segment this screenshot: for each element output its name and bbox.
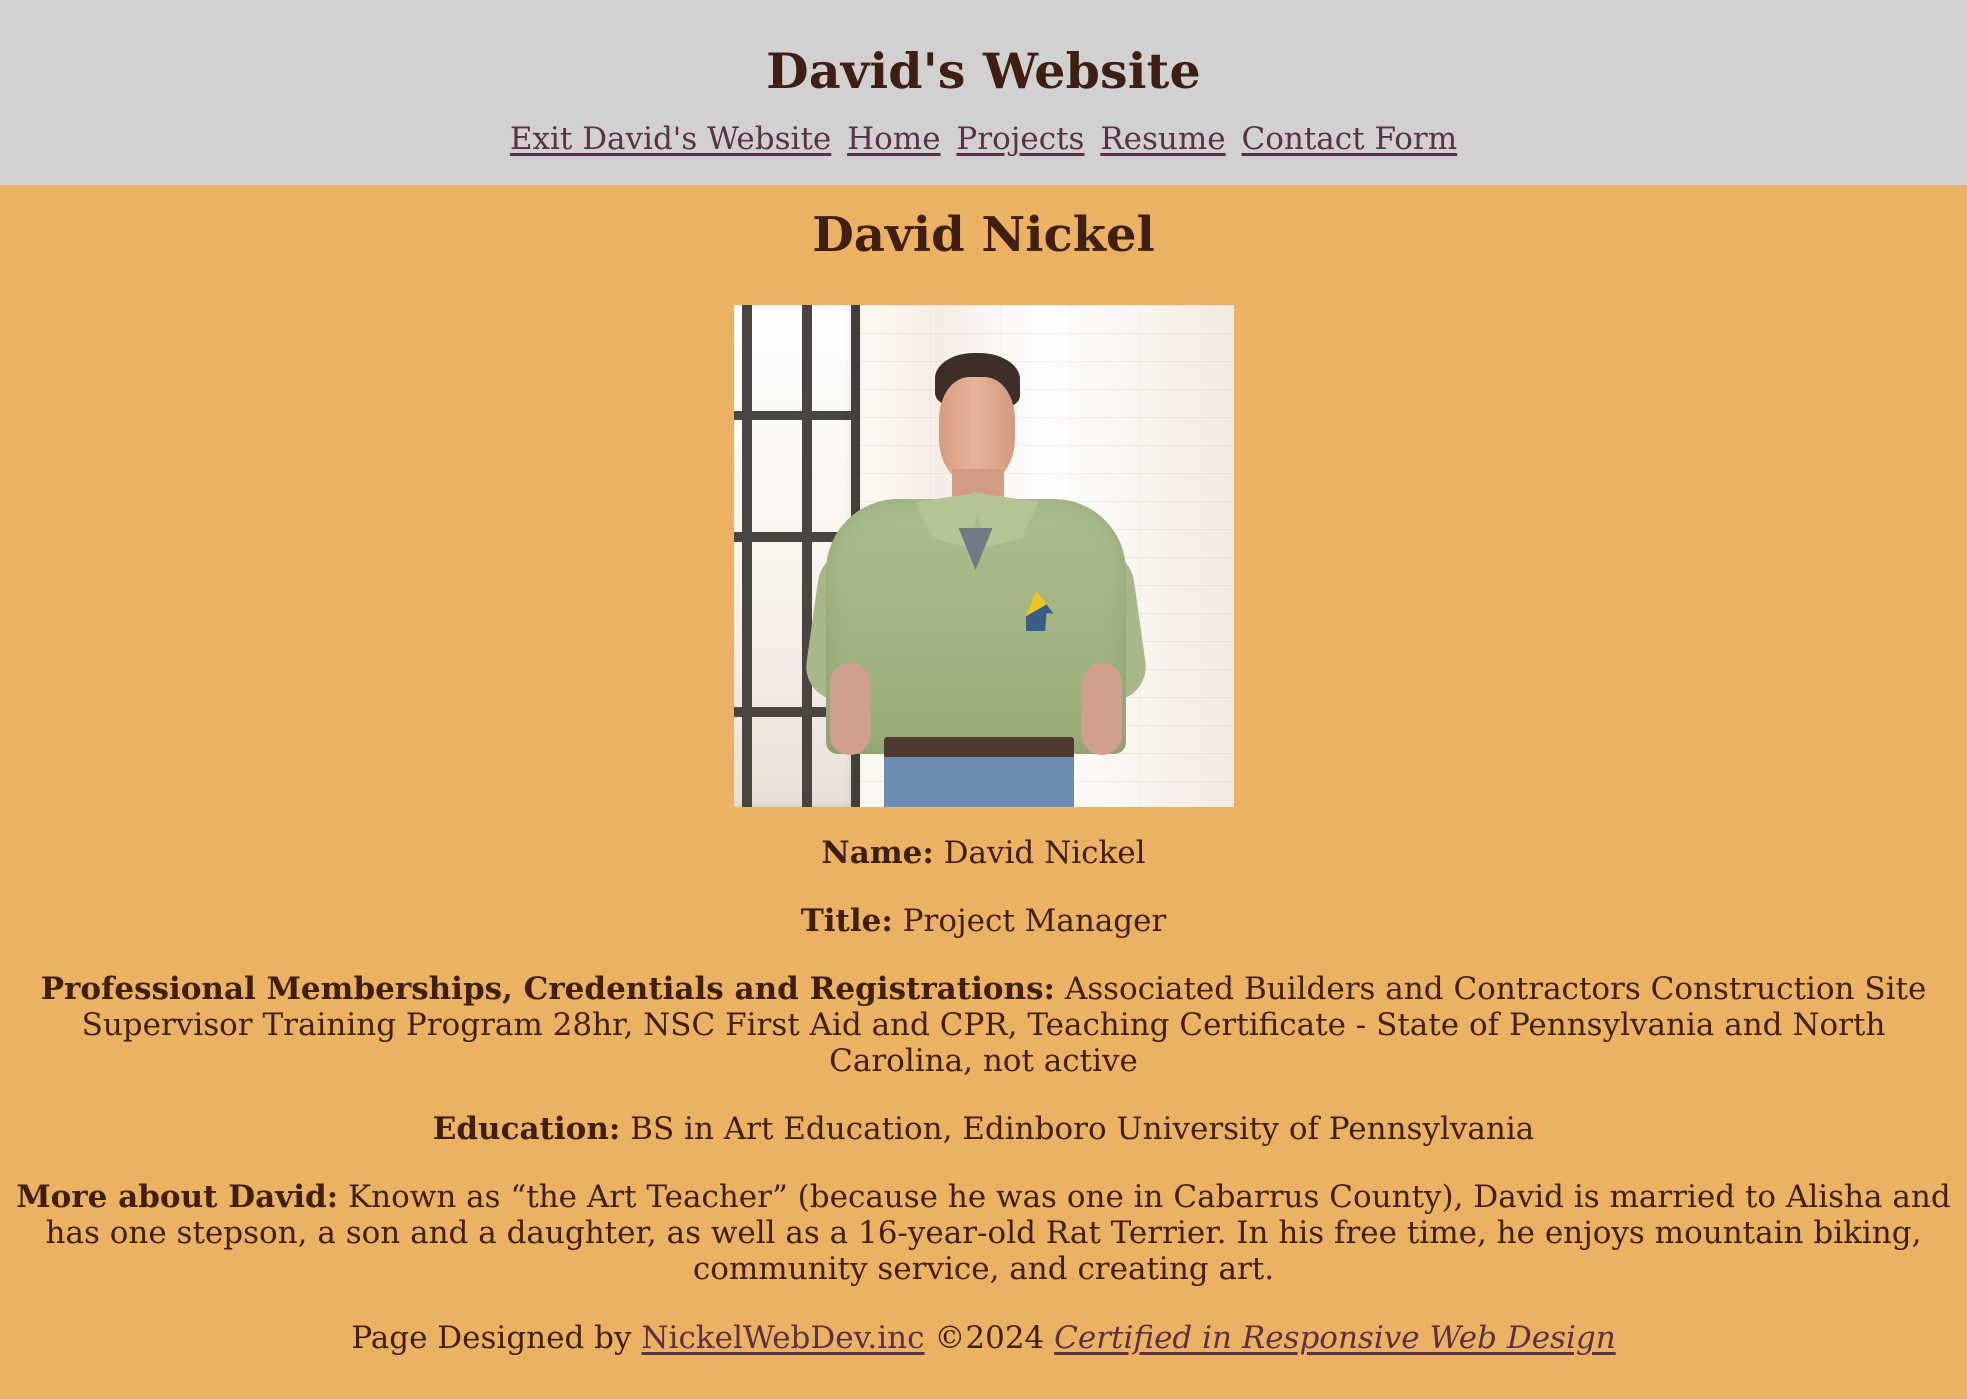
jeans xyxy=(883,757,1074,807)
credentials-label: Professional Memberships, Credentials an… xyxy=(40,971,1055,1007)
right-arm xyxy=(1081,663,1122,755)
main-navigation: Exit David's Website Home Projects Resum… xyxy=(0,117,1967,161)
copyright-text: ©2024 xyxy=(934,1320,1045,1356)
name-row: Name: David Nickel xyxy=(0,835,1967,871)
nav-home-link[interactable]: Home xyxy=(847,121,940,157)
certification-link[interactable]: Certified in Responsive Web Design xyxy=(1054,1320,1616,1356)
more-about-row: More about David: Known as “the Art Teac… xyxy=(16,1179,1951,1287)
profile-photo xyxy=(733,305,1234,807)
education-row: Education: BS in Art Education, Edinboro… xyxy=(0,1111,1967,1147)
nav-exit-link[interactable]: Exit David's Website xyxy=(510,121,831,157)
name-label: Name: xyxy=(821,835,934,871)
title-label: Title: xyxy=(800,903,893,939)
nav-contact-form-link[interactable]: Contact Form xyxy=(1241,121,1457,157)
education-label: Education: xyxy=(432,1111,621,1147)
title-row: Title: Project Manager xyxy=(0,903,1967,939)
credentials-row: Professional Memberships, Credentials an… xyxy=(16,971,1951,1079)
belt xyxy=(883,737,1074,759)
left-arm xyxy=(829,663,870,755)
profile-heading: David Nickel xyxy=(812,207,1155,263)
face xyxy=(938,377,1015,483)
title-value: Project Manager xyxy=(902,903,1167,939)
main-content: David Nickel Name: David Nickel Title: P… xyxy=(0,185,1967,1357)
nav-projects-link[interactable]: Projects xyxy=(956,121,1084,157)
education-value: BS in Art Education, Edinboro University… xyxy=(630,1111,1535,1147)
company-link[interactable]: NickelWebDev.inc xyxy=(641,1320,924,1356)
profile-details: Name: David Nickel Title: Project Manage… xyxy=(0,835,1967,1357)
person-illustration xyxy=(801,353,1150,807)
nav-resume-link[interactable]: Resume xyxy=(1100,121,1225,157)
name-value: David Nickel xyxy=(943,835,1146,871)
site-title: David's Website xyxy=(766,42,1201,100)
page-footer: Page Designed by NickelWebDev.inc ©2024 … xyxy=(0,1319,1967,1357)
site-header: David's Website Exit David's Website Hom… xyxy=(0,0,1967,185)
footer-prefix: Page Designed by xyxy=(351,1320,632,1356)
more-about-label: More about David: xyxy=(16,1179,339,1215)
